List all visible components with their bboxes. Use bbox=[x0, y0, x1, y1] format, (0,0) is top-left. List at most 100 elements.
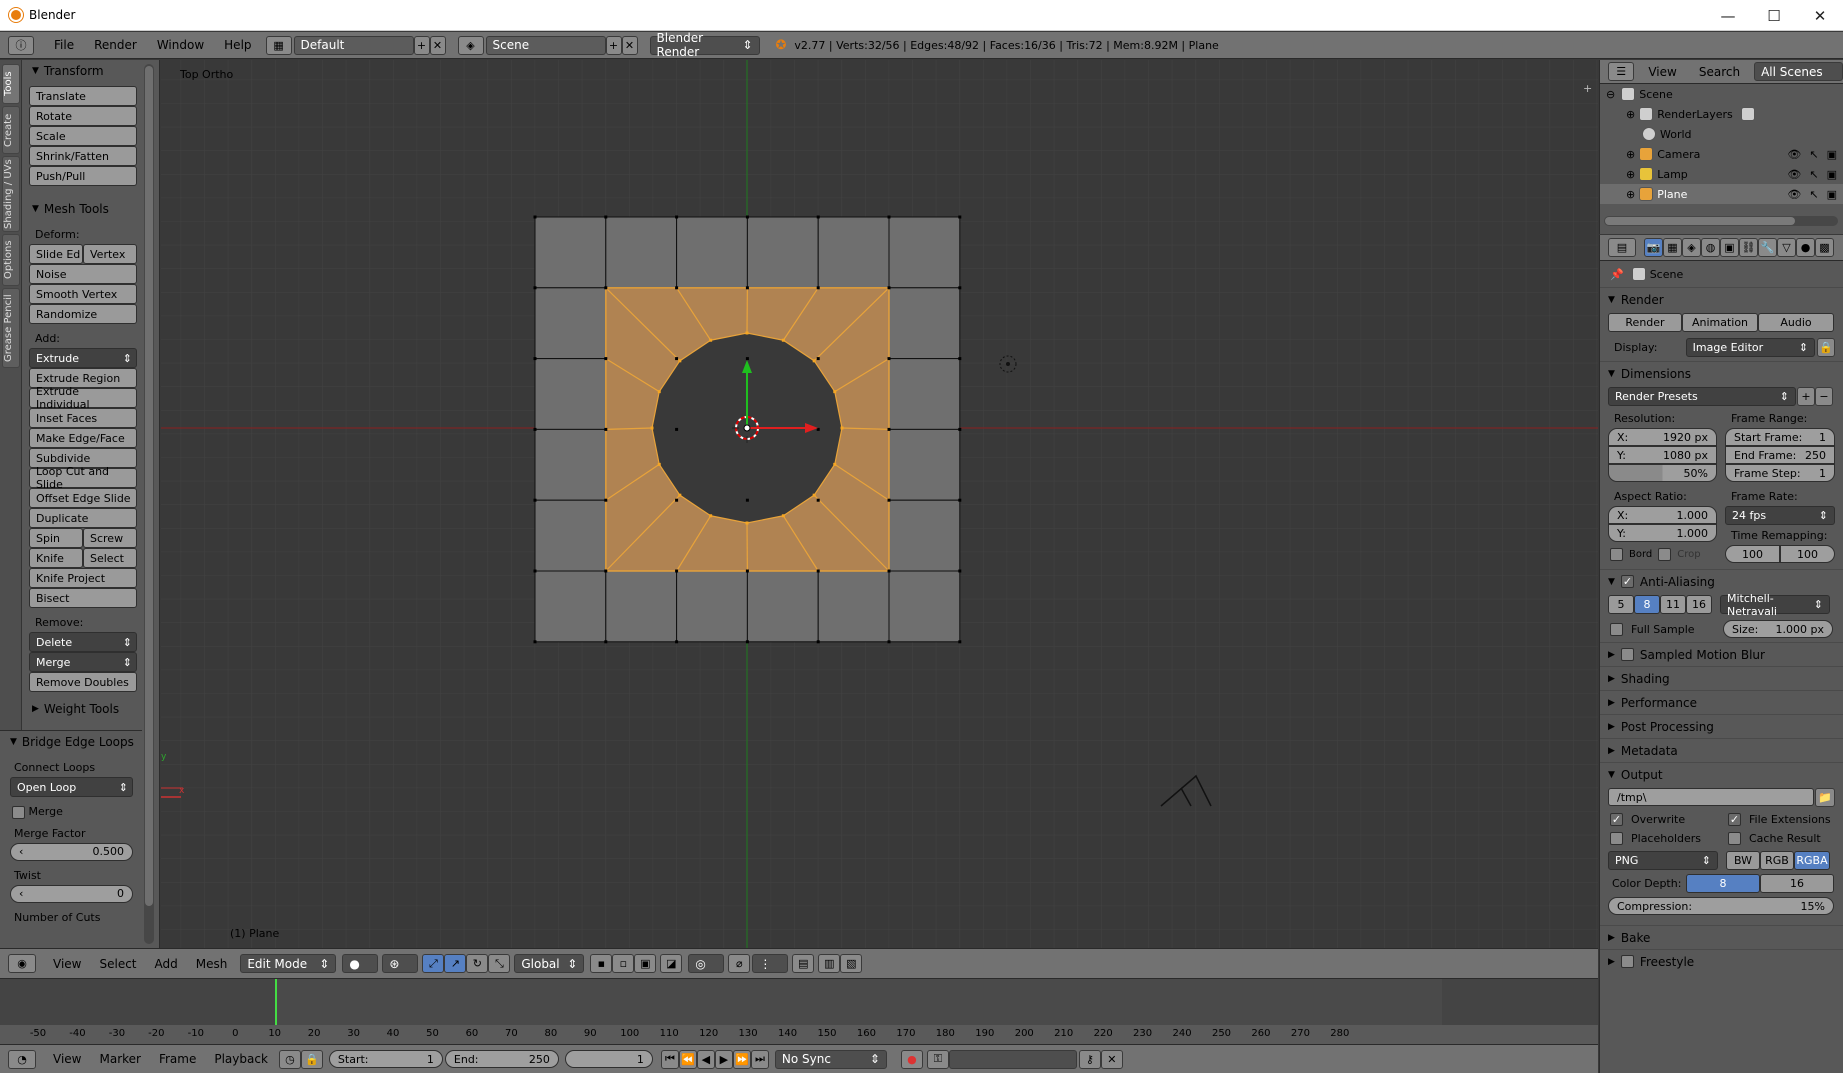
crop-checkbox[interactable] bbox=[1658, 548, 1672, 561]
file-extensions-row[interactable]: File Extensions bbox=[1728, 813, 1831, 826]
mesh-face[interactable] bbox=[817, 216, 890, 289]
mesh-vertex[interactable] bbox=[604, 498, 608, 502]
outliner-item-lamp[interactable]: ⊕ Lamp 👁 ↖ ▣ bbox=[1600, 164, 1843, 184]
timeline[interactable]: -50 -40 -30 -20 -10 0 10 20 30 40 50 60 70 80 90 100 110… bbox=[0, 978, 1598, 1045]
selected-vertex[interactable] bbox=[657, 390, 661, 394]
anti-aliasing-checkbox[interactable] bbox=[1620, 575, 1634, 588]
mesh-face[interactable] bbox=[676, 216, 748, 289]
mesh-vertex[interactable] bbox=[604, 569, 608, 573]
mesh-vertex[interactable] bbox=[675, 640, 679, 644]
output-panel-header[interactable]: ▼ Output bbox=[1600, 762, 1843, 786]
end-frame-field[interactable]: End: 250 bbox=[444, 1050, 559, 1068]
mesh-face[interactable] bbox=[534, 499, 607, 572]
mesh-face[interactable] bbox=[534, 428, 607, 501]
render-context-icon[interactable]: 📷 bbox=[1644, 238, 1663, 257]
placeholders-row[interactable]: Placeholders bbox=[1610, 832, 1728, 845]
3d-viewport[interactable]: y x Top Ortho (1) Plane + bbox=[161, 60, 1598, 948]
mesh-vertex[interactable] bbox=[675, 427, 679, 431]
mesh-vertex[interactable] bbox=[745, 640, 749, 644]
mesh-vertex[interactable] bbox=[887, 357, 891, 361]
jump-end-icon[interactable]: ⏭ bbox=[750, 1049, 769, 1069]
current-frame-field[interactable]: 1 bbox=[564, 1050, 653, 1068]
knife-project-button[interactable]: Knife Project bbox=[29, 568, 137, 588]
filter-size-field[interactable]: Size: 1.000 px bbox=[1723, 620, 1833, 638]
mesh-vertex[interactable] bbox=[675, 286, 679, 290]
border-checkbox[interactable] bbox=[1610, 548, 1623, 561]
record-icon[interactable]: ● bbox=[900, 1049, 923, 1069]
color-rgba-button[interactable]: RGBA bbox=[1794, 851, 1830, 870]
data-context-icon[interactable]: ▽ bbox=[1777, 238, 1796, 257]
outliner-menu-view[interactable]: View bbox=[1648, 65, 1676, 79]
knife-button[interactable]: Knife bbox=[29, 548, 83, 568]
freestyle-checkbox[interactable] bbox=[1620, 955, 1634, 968]
make-edge-face-button[interactable]: Make Edge/Face bbox=[29, 428, 137, 448]
performance-panel-header[interactable]: ▶ Performance bbox=[1600, 690, 1843, 714]
minimize-button[interactable]: — bbox=[1705, 0, 1751, 31]
frame-step-field[interactable]: Frame Step: 1 bbox=[1725, 464, 1835, 482]
add-scene-icon[interactable]: + bbox=[605, 35, 622, 55]
jump-keyframe-back-icon[interactable]: ⏪ bbox=[678, 1049, 697, 1069]
constraints-context-icon[interactable]: ⛓ bbox=[1739, 238, 1758, 257]
cache-result-row[interactable]: Cache Result bbox=[1728, 832, 1821, 845]
mesh-vertex[interactable] bbox=[816, 569, 820, 573]
proportional-editing-dropdown[interactable]: ◎ bbox=[688, 954, 725, 973]
selected-vertex[interactable] bbox=[781, 338, 785, 342]
file-format-dropdown[interactable]: PNG ⇕ bbox=[1608, 851, 1718, 870]
add-layout-icon[interactable]: + bbox=[413, 35, 430, 55]
selected-vertex[interactable] bbox=[657, 462, 661, 466]
mesh-vertex[interactable] bbox=[533, 640, 537, 644]
mesh-vertex[interactable] bbox=[745, 498, 749, 502]
tab-grease-pencil[interactable]: Grease Pencil bbox=[2, 288, 20, 368]
expand-icon[interactable]: ⊕ bbox=[1626, 168, 1635, 181]
tool-shelf-scrollbar[interactable] bbox=[144, 64, 154, 944]
mesh-vertex[interactable] bbox=[887, 215, 891, 219]
preview-range-icon[interactable]: ◷ bbox=[278, 1049, 301, 1069]
jump-keyframe-forward-icon[interactable]: ⏩ bbox=[732, 1049, 751, 1069]
selected-vertex[interactable] bbox=[650, 426, 654, 430]
motion-blur-checkbox[interactable] bbox=[1620, 648, 1634, 661]
mesh-face[interactable] bbox=[746, 570, 819, 643]
keying-set-icon[interactable]: ⚿ bbox=[926, 1049, 949, 1069]
render-engine-dropdown[interactable]: Blender Render ⇕ bbox=[649, 31, 760, 59]
mesh-vertex[interactable] bbox=[745, 215, 749, 219]
modifiers-context-icon[interactable]: 🔧 bbox=[1758, 238, 1777, 257]
maximize-button[interactable]: ☐ bbox=[1751, 0, 1797, 31]
jump-start-icon[interactable]: ⏮ bbox=[660, 1049, 679, 1069]
mesh-vertex[interactable] bbox=[745, 569, 749, 573]
outliner-item-renderlayers[interactable]: ⊕ RenderLayers bbox=[1600, 104, 1843, 124]
viewport-canvas[interactable] bbox=[161, 60, 1598, 948]
render-camera-icon[interactable]: ▣ bbox=[1827, 168, 1837, 181]
noise-button[interactable]: Noise bbox=[29, 264, 137, 284]
display-mode-dropdown[interactable]: All Scenes bbox=[1754, 62, 1843, 81]
mesh-face[interactable] bbox=[888, 358, 961, 430]
mesh-vertex[interactable] bbox=[675, 569, 679, 573]
resolution-y-field[interactable]: Y: 1080 px bbox=[1608, 446, 1717, 464]
editor-type-outliner-icon[interactable]: ☰ bbox=[1608, 62, 1635, 81]
mesh-vertex[interactable] bbox=[816, 427, 820, 431]
outliner-item-world[interactable]: World bbox=[1600, 124, 1843, 144]
aa-samples-8-button[interactable]: 8 bbox=[1634, 595, 1660, 614]
file-extensions-checkbox[interactable] bbox=[1728, 813, 1741, 826]
aspect-y-field[interactable]: Y: 1.000 bbox=[1608, 524, 1717, 542]
slide-edge-button[interactable]: Slide Ed bbox=[29, 244, 83, 264]
keying-set-field[interactable] bbox=[948, 1049, 1077, 1069]
selected-vertex[interactable] bbox=[678, 493, 682, 497]
rotate-button[interactable]: Rotate bbox=[29, 106, 137, 126]
shading-panel-header[interactable]: ▶ Shading bbox=[1600, 666, 1843, 690]
depth-8-button[interactable]: 8 bbox=[1686, 874, 1760, 893]
loop-cut-slide-button[interactable]: Loop Cut and Slide bbox=[29, 465, 137, 491]
bake-panel-header[interactable]: ▶ Bake bbox=[1600, 925, 1843, 949]
mesh-vertex[interactable] bbox=[604, 215, 608, 219]
selected-vertex[interactable] bbox=[745, 331, 749, 335]
extrude-dropdown[interactable]: Extrude ⇕ bbox=[29, 348, 137, 368]
mesh-face[interactable] bbox=[888, 570, 961, 643]
aa-samples-11-button[interactable]: 11 bbox=[1660, 595, 1686, 614]
selected-vertex[interactable] bbox=[833, 390, 837, 394]
mesh-face[interactable] bbox=[534, 358, 607, 430]
inset-faces-button[interactable]: Inset Faces bbox=[29, 408, 137, 428]
mesh-face[interactable] bbox=[534, 570, 607, 643]
scale-manipulator-icon[interactable]: ⤡ bbox=[488, 954, 511, 973]
mesh-vertex[interactable] bbox=[958, 498, 962, 502]
tab-options[interactable]: Options bbox=[2, 234, 20, 286]
mesh-vertex[interactable] bbox=[816, 215, 820, 219]
